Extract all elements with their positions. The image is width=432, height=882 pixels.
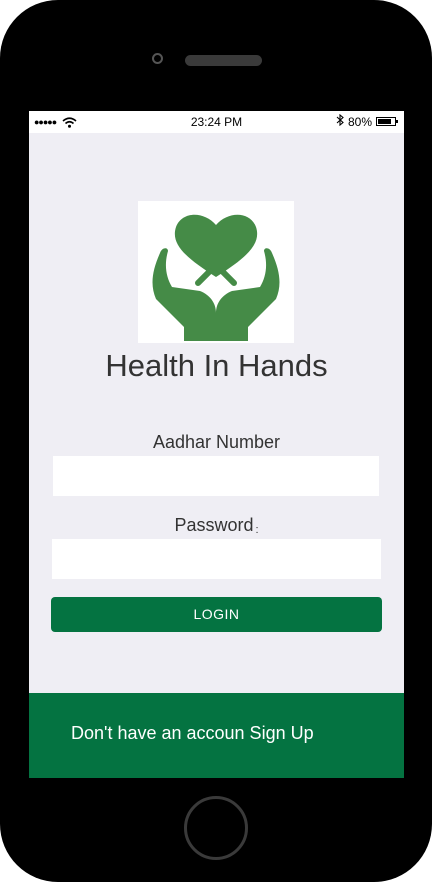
login-button[interactable]: LOGIN (51, 597, 382, 632)
bluetooth-icon (336, 113, 344, 129)
signup-footer: Don't have an accoun Sign Up (29, 693, 404, 778)
front-camera (152, 53, 163, 64)
battery-percent: 80% (347, 114, 372, 129)
password-label-mark: : (255, 524, 259, 536)
aadhar-number-input[interactable] (53, 456, 379, 496)
home-button[interactable] (184, 796, 248, 860)
password-label: Password (174, 515, 254, 535)
app-screen: ●●●●● 23:24 PM 80% Health In Hands Aadha… (29, 111, 404, 778)
battery-level-fill (378, 119, 391, 124)
status-right: 80% (336, 113, 398, 129)
password-input[interactable] (52, 539, 381, 579)
password-label-row: Password: (29, 515, 404, 536)
phone-frame: ●●●●● 23:24 PM 80% Health In Hands Aadha… (0, 0, 432, 882)
app-title: Health In Hands (105, 348, 328, 383)
heart-in-hands-icon (138, 201, 294, 343)
status-bar: ●●●●● 23:24 PM 80% (29, 111, 404, 133)
earpiece-speaker (185, 55, 262, 66)
aadhar-number-label: Aadhar Number (152, 432, 281, 452)
battery-icon (376, 117, 398, 126)
signup-link[interactable]: Don't have an accoun Sign Up (71, 723, 314, 744)
